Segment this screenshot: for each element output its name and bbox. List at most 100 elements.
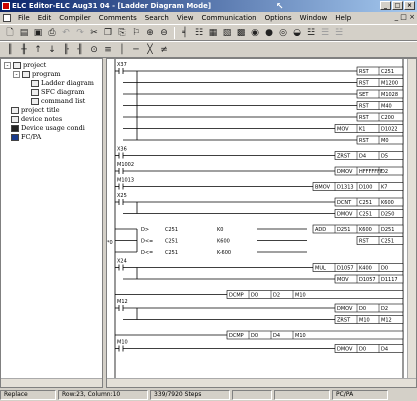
rising-contact-icon[interactable]: ↑ bbox=[32, 44, 44, 56]
maximize-button[interactable]: □ bbox=[392, 1, 403, 10]
sfc-mode-icon[interactable]: ☷ bbox=[193, 27, 205, 39]
standard-toolbar: 🗋 ▤ ▣ ⎙ ↶ ↷ ✂ ❐ ⎘ ⚐ ⊕ ⊖ ╡ ☷ ▦ ▧ ▩ ◉ ● ◎ … bbox=[0, 24, 417, 41]
contact-no-icon[interactable]: ║ bbox=[4, 44, 16, 56]
contact-label: X37 bbox=[117, 62, 127, 68]
tree-horizontal-scrollbar[interactable] bbox=[1, 378, 102, 387]
run-icon[interactable]: ◉ bbox=[249, 27, 261, 39]
instruction-operand: D2 bbox=[381, 306, 388, 312]
instruction-operand: M40 bbox=[381, 104, 392, 110]
redo-icon[interactable]: ↷ bbox=[74, 27, 86, 39]
menu-communication[interactable]: Communication bbox=[197, 12, 260, 24]
menu-options[interactable]: Options bbox=[261, 12, 296, 24]
document-icon[interactable] bbox=[3, 14, 11, 22]
coil-icon[interactable]: ⊙ bbox=[88, 44, 100, 56]
help-icon[interactable]: ☱ bbox=[333, 27, 345, 39]
instruction-operand: HFFFFFFF bbox=[359, 169, 383, 175]
cut-icon[interactable]: ✂ bbox=[88, 27, 100, 39]
minimize-button[interactable]: _ bbox=[380, 1, 391, 10]
instruction-operand: K400 bbox=[359, 266, 372, 272]
menu-search[interactable]: Search bbox=[141, 12, 173, 24]
project-folder-icon bbox=[13, 62, 21, 69]
device-notes-icon bbox=[11, 116, 19, 123]
tree-node-project[interactable]: - project bbox=[4, 61, 46, 70]
undo-icon[interactable]: ↶ bbox=[60, 27, 72, 39]
read-icon[interactable]: ◒ bbox=[291, 27, 303, 39]
tree-node-device-notes[interactable]: device notes bbox=[11, 115, 62, 124]
instruction-box bbox=[312, 263, 404, 272]
zoom-out-icon[interactable]: ⊖ bbox=[158, 27, 170, 39]
menu-edit[interactable]: Edit bbox=[34, 12, 56, 24]
instruction-operand: ZRST bbox=[337, 318, 351, 324]
vline-icon[interactable]: │ bbox=[116, 44, 128, 56]
instruction-operand: D0 bbox=[381, 266, 388, 272]
tree-node-device-usage[interactable]: Device usage condi bbox=[11, 124, 85, 133]
instruction-operand: D0 bbox=[359, 347, 366, 353]
ladder-diagram[interactable]: *0 X37 RST C251 RST M1200 SET M1028 RST M40 RST C20… bbox=[107, 59, 409, 379]
instruction-operand: M0 bbox=[381, 138, 389, 144]
mdi-window-buttons[interactable]: _ □ × bbox=[395, 13, 415, 21]
menu-view[interactable]: View bbox=[173, 12, 198, 24]
falling-contact-icon[interactable]: ↓ bbox=[46, 44, 58, 56]
print-icon[interactable]: ⎙ bbox=[46, 27, 58, 39]
instruction-operand: DCNT bbox=[337, 200, 352, 206]
collapse-icon[interactable]: - bbox=[4, 62, 11, 69]
compile-icon[interactable]: ▦ bbox=[207, 27, 219, 39]
delete-line-icon[interactable]: ╳ bbox=[144, 44, 156, 56]
save-icon[interactable]: ▣ bbox=[32, 27, 44, 39]
instruction-operand: K1 bbox=[359, 127, 365, 133]
instruction-operand: DMOV bbox=[337, 212, 353, 218]
device-icon[interactable]: ◎ bbox=[277, 27, 289, 39]
instruction-operand: D4 bbox=[273, 333, 280, 339]
fcpa-icon bbox=[11, 134, 19, 141]
stop-icon[interactable]: ● bbox=[263, 27, 275, 39]
ladder-mode-icon[interactable]: ╡ bbox=[179, 27, 191, 39]
contact-label: M1013 bbox=[117, 178, 134, 184]
sfc-diagram-icon bbox=[31, 89, 39, 96]
status-blank bbox=[274, 390, 330, 400]
compare-operand: C251 bbox=[165, 250, 178, 256]
compare-op: D<= bbox=[141, 250, 153, 256]
parallel-nc-icon[interactable]: ╢ bbox=[74, 44, 86, 56]
contact-nc-icon[interactable]: ╫ bbox=[18, 44, 30, 56]
instruction-operand: D1057 bbox=[359, 277, 376, 283]
find-icon[interactable]: ⚐ bbox=[130, 27, 142, 39]
editor-horizontal-scrollbar[interactable] bbox=[107, 378, 416, 387]
ladder-editor[interactable]: *0 X37 RST C251 RST M1200 SET M1028 RST M40 RST C20… bbox=[106, 58, 417, 388]
instruction-operand: RST bbox=[359, 104, 370, 110]
instruction-operand: M1200 bbox=[381, 81, 398, 87]
write-icon[interactable]: ☳ bbox=[305, 27, 317, 39]
instruction-operand: M12 bbox=[381, 318, 392, 324]
instruction-operand: DCMP bbox=[229, 293, 244, 299]
menu-help[interactable]: Help bbox=[331, 12, 355, 24]
hline-icon[interactable]: ─ bbox=[130, 44, 142, 56]
instruction-operand: DCMP bbox=[229, 333, 244, 339]
tree-node-program[interactable]: - program bbox=[13, 70, 61, 79]
close-button[interactable]: × bbox=[404, 1, 415, 10]
monitor-icon[interactable]: ▩ bbox=[235, 27, 247, 39]
instruction-operand: D4 bbox=[381, 347, 388, 353]
open-icon[interactable]: ▤ bbox=[18, 27, 30, 39]
title-bar: ELC Editor-ELC Aug31 04 - [Ladder Diagra… bbox=[0, 0, 417, 12]
copy-icon[interactable]: ❐ bbox=[102, 27, 114, 39]
collapse-icon[interactable]: - bbox=[13, 71, 20, 78]
menu-window[interactable]: Window bbox=[296, 12, 332, 24]
editor-vertical-scrollbar[interactable] bbox=[407, 59, 416, 379]
tree-node-project-title[interactable]: project title bbox=[11, 106, 60, 115]
instruction-operand: D2 bbox=[381, 169, 388, 175]
tree-node-ladder[interactable]: Ladder diagram bbox=[31, 79, 94, 88]
comment-icon[interactable]: ☰ bbox=[319, 27, 331, 39]
tree-node-sfc[interactable]: SFC diagram bbox=[31, 88, 84, 97]
new-icon[interactable]: 🗋 bbox=[4, 27, 16, 39]
zoom-in-icon[interactable]: ⊕ bbox=[144, 27, 156, 39]
menu-comments[interactable]: Comments bbox=[95, 12, 141, 24]
invert-icon[interactable]: ≠ bbox=[158, 44, 170, 56]
paste-icon[interactable]: ⎘ bbox=[116, 27, 128, 39]
tree-node-command-list[interactable]: command list bbox=[31, 97, 85, 106]
menu-compiler[interactable]: Compiler bbox=[55, 12, 95, 24]
parallel-no-icon[interactable]: ╟ bbox=[60, 44, 72, 56]
menu-file[interactable]: File bbox=[14, 12, 34, 24]
tree-label-project-title: project title bbox=[21, 106, 60, 114]
online-icon[interactable]: ▧ bbox=[221, 27, 233, 39]
tree-node-fcpa[interactable]: FC/PA bbox=[11, 133, 41, 142]
function-icon[interactable]: ≡ bbox=[102, 44, 114, 56]
